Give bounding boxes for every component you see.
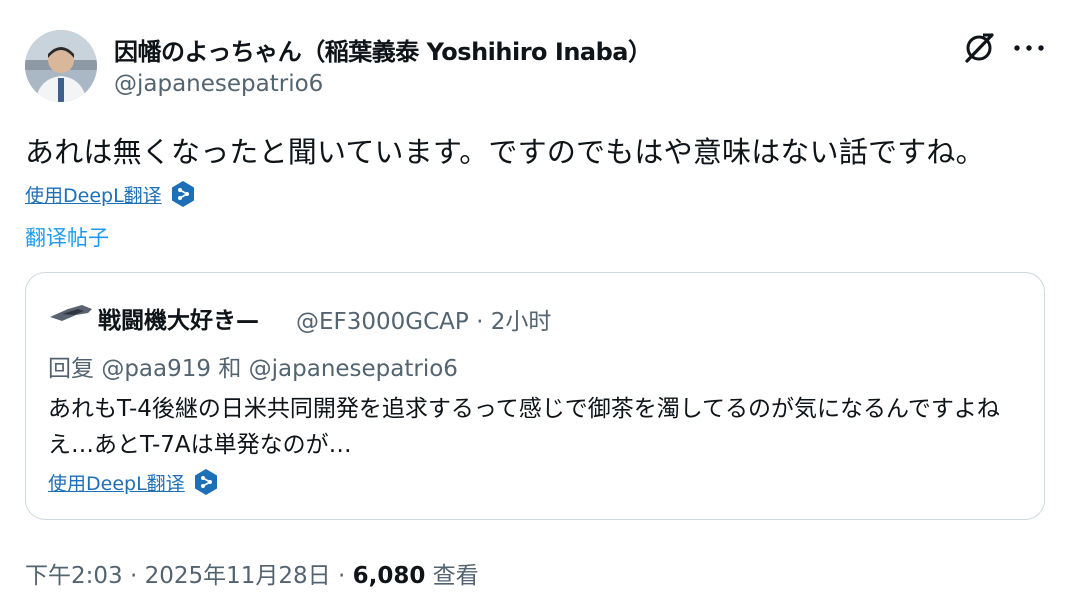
tweet-text: あれは無くなったと聞いています。ですのでもはや意味はない話ですね。 [25,135,985,169]
meta-separator: · [122,563,145,589]
quote-reply-line: 回复 @paa919 和 @japanesepatrio6 [48,349,458,383]
quote-translate-deepl-link[interactable]: 使用DeepL翻译 [48,468,219,496]
tweet-date[interactable]: 2025年11月28日 [145,563,331,589]
translate-deepl-label[interactable]: 使用DeepL翻译 [25,181,162,208]
translate-deepl-link[interactable]: 使用DeepL翻译 [25,180,196,208]
tweet-meta-footer: 下午2:03 · 2025年11月28日 · 6,080 查看 [25,556,479,590]
quote-author-meta[interactable]: @EF3000GCAP · 2小时 [296,302,551,336]
quote-text: あれもT-4後継の日米共同開発を追求するって感じで御茶を濁してるのが気になるんで… [48,396,1000,458]
views-label: 查看 [425,563,479,589]
deepl-icon [171,181,194,207]
quote-translate-deepl-label[interactable]: 使用DeepL翻译 [48,469,185,496]
quote-author-name[interactable]: 戦闘機大好き— [98,301,259,335]
reply-mention-1[interactable]: @paa919 [101,356,211,382]
more-icon[interactable] [1012,38,1046,58]
fighter-jet-avatar [48,299,94,325]
author-display-name[interactable]: 因幡のよっちゃん（稲葉義泰 Yoshihiro Inaba） [114,32,652,67]
translate-post-link[interactable]: 翻译帖子 [25,222,109,252]
tweet-time[interactable]: 下午2:03 [25,563,123,589]
reply-and: 和 [218,356,242,382]
quoted-tweet-card[interactable]: 戦闘機大好き— @EF3000GCAP · 2小时 回复 @paa919 和 @… [25,272,1045,520]
views-count: 6,080 [352,563,426,589]
reply-prefix: 回复 [48,356,94,382]
reply-mention-2[interactable]: @japanesepatrio6 [249,356,458,382]
avatar-image [25,30,97,102]
deepl-icon [194,469,217,495]
meta-separator: · [330,563,353,589]
avatar[interactable] [25,30,97,102]
grok-icon[interactable] [962,31,996,65]
author-handle[interactable]: @japanesepatrio6 [114,71,323,97]
